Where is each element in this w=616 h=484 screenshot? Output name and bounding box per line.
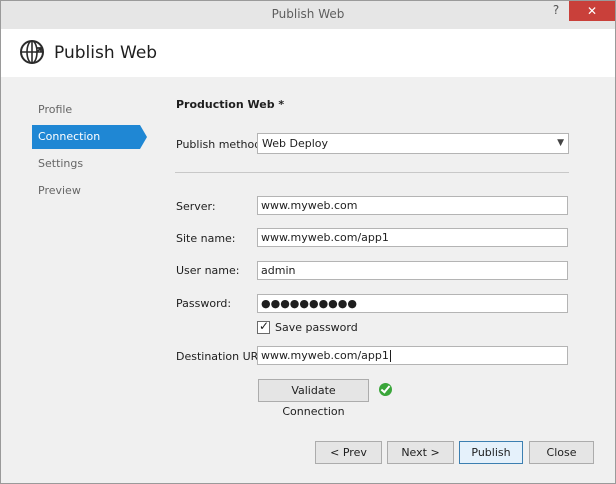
validate-connection-button[interactable]: Validate Connection bbox=[258, 379, 369, 418]
section-divider bbox=[175, 172, 569, 173]
save-password-label[interactable]: Save password bbox=[275, 321, 358, 334]
password-field[interactable]: ●●●●●●●●●● bbox=[257, 294, 568, 313]
publish-web-dialog: Publish Web ? ✕ Publish Web Profile Conn… bbox=[0, 0, 616, 484]
globe-publish-icon bbox=[20, 40, 44, 64]
next-button[interactable]: Next > bbox=[387, 441, 454, 464]
user-name-label: User name: bbox=[176, 264, 240, 277]
server-label: Server: bbox=[176, 200, 216, 213]
nav-active-indicator bbox=[140, 125, 147, 149]
save-password-checkbox[interactable]: ✓ bbox=[257, 319, 270, 334]
destination-url-field[interactable]: www.myweb.com/app1 bbox=[257, 346, 568, 365]
destination-url-value: www.myweb.com/app1 bbox=[261, 349, 389, 362]
publish-method-select[interactable]: Web Deploy ▼ bbox=[257, 133, 569, 154]
password-label: Password: bbox=[176, 297, 232, 310]
dialog-header-title: Publish Web bbox=[54, 43, 158, 63]
help-button[interactable]: ? bbox=[546, 3, 566, 21]
text-cursor bbox=[389, 350, 391, 362]
close-window-button[interactable]: ✕ bbox=[569, 1, 615, 21]
nav-item-profile[interactable]: Profile bbox=[32, 98, 140, 122]
window-title: Publish Web bbox=[271, 7, 345, 21]
site-name-label: Site name: bbox=[176, 232, 236, 245]
title-bar[interactable]: Publish Web ? ✕ bbox=[1, 1, 615, 29]
publish-method-label: Publish method: bbox=[176, 138, 265, 151]
publish-method-value: Web Deploy bbox=[262, 137, 328, 150]
publish-button[interactable]: Publish bbox=[459, 441, 523, 464]
close-button[interactable]: Close bbox=[529, 441, 594, 464]
nav-item-connection[interactable]: Connection bbox=[32, 125, 140, 149]
nav-item-preview[interactable]: Preview bbox=[32, 179, 140, 203]
check-circle-icon bbox=[379, 383, 392, 396]
user-name-field[interactable]: admin bbox=[257, 261, 568, 280]
checkmark-icon: ✓ bbox=[259, 319, 270, 333]
prev-button[interactable]: < Prev bbox=[315, 441, 382, 464]
destination-url-label: Destination URL: bbox=[176, 350, 269, 363]
nav-item-settings[interactable]: Settings bbox=[32, 152, 140, 176]
chevron-down-icon: ▼ bbox=[557, 138, 564, 148]
site-name-field[interactable]: www.myweb.com/app1 bbox=[257, 228, 568, 247]
server-field[interactable]: www.myweb.com bbox=[257, 196, 568, 215]
profile-name-heading: Production Web * bbox=[176, 98, 285, 111]
